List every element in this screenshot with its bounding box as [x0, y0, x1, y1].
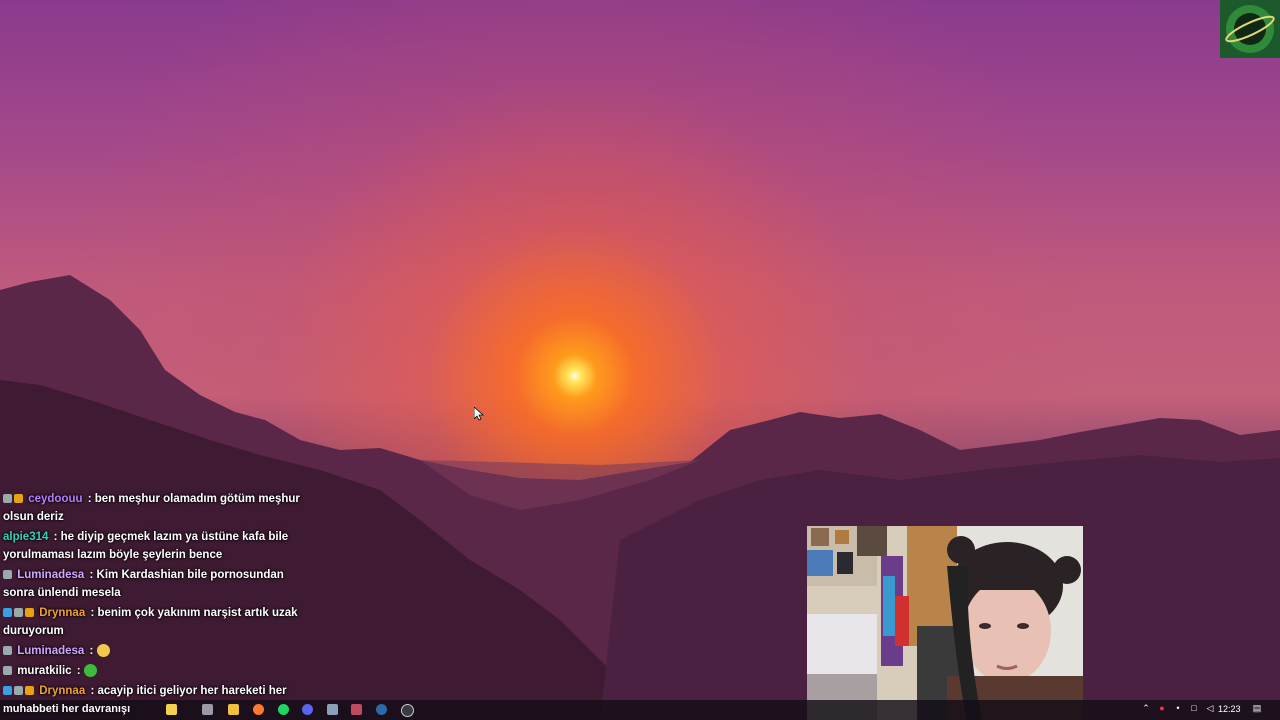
shield-app-icon[interactable]	[351, 704, 362, 715]
chat-text: :	[76, 665, 81, 677]
file-explorer-icon[interactable]	[228, 704, 239, 715]
gift-badge-icon	[14, 494, 23, 504]
taskbar-clock[interactable]: 12:23	[1218, 704, 1241, 714]
microphone-icon[interactable]: •	[1173, 703, 1183, 714]
chat-username[interactable]: muratkilic	[17, 665, 71, 677]
volume-icon[interactable]: ◁	[1205, 703, 1215, 714]
smile-emote-icon	[96, 644, 110, 658]
chevron-up-icon[interactable]: ⌃	[1141, 703, 1151, 714]
chat-message: Drynnaa : acayip itici geliyor her harek…	[3, 682, 303, 700]
mouse-cursor-icon	[474, 407, 484, 421]
subscriber-badge-icon	[14, 608, 23, 618]
chat-username[interactable]: Luminadesa	[17, 569, 84, 581]
prime-badge-icon	[3, 686, 12, 696]
subscriber-badge-icon	[3, 494, 12, 504]
chat-username[interactable]: Luminadesa	[17, 645, 84, 657]
task-view-icon[interactable]	[202, 704, 213, 715]
chat-username[interactable]: ceydoouu	[28, 493, 82, 505]
taskbar	[0, 700, 1280, 720]
chat-username[interactable]: Drynnaa	[39, 685, 85, 697]
chat-text: : acayip itici geliyor her hareketi her	[90, 685, 287, 697]
search-box-text[interactable]: muhabbeti her davranışı	[3, 703, 130, 715]
spotify-icon[interactable]	[278, 704, 289, 715]
subscriber-badge-icon	[3, 646, 12, 656]
chat-message: Drynnaa : benim çok yakınım narşist artı…	[3, 604, 303, 640]
firefox-icon[interactable]	[253, 704, 264, 715]
record-icon[interactable]: ●	[1157, 703, 1167, 714]
chat-username[interactable]: alpie314	[3, 531, 48, 543]
network-icon[interactable]: □	[1189, 703, 1199, 714]
discord-icon[interactable]	[302, 704, 313, 715]
subscriber-badge-icon	[3, 666, 12, 676]
prime-badge-icon	[3, 608, 12, 618]
app-icon[interactable]	[327, 704, 338, 715]
chat-message: ceydoouu : ben meşhur olamadım götüm meş…	[3, 490, 303, 526]
stream-chat-overlay: ceydoouu : ben meşhur olamadım götüm meş…	[3, 490, 303, 702]
bits-badge-icon	[25, 608, 34, 618]
obs-icon[interactable]	[401, 704, 414, 717]
chat-message: muratkilic :	[3, 662, 303, 680]
webcam-overlay	[807, 526, 1083, 720]
sparkle-icon[interactable]	[166, 704, 177, 715]
subscriber-badge-icon	[14, 686, 23, 696]
notification-icon[interactable]: ▤	[1252, 703, 1262, 714]
subscriber-badge-icon	[3, 570, 12, 580]
chat-message: Luminadesa :	[3, 642, 303, 660]
bits-badge-icon	[25, 686, 34, 696]
chat-text: :	[89, 645, 94, 657]
frog-emote-icon	[83, 664, 97, 678]
chat-username[interactable]: Drynnaa	[39, 607, 85, 619]
chat-message: Luminadesa : Kim Kardashian bile pornosu…	[3, 566, 303, 602]
webcam-feed-image	[807, 526, 1083, 720]
chat-message: alpie314 : he diyip geçmek lazım ya üstü…	[3, 528, 303, 564]
channel-logo-icon	[1220, 0, 1280, 58]
steam-icon[interactable]	[376, 704, 387, 715]
